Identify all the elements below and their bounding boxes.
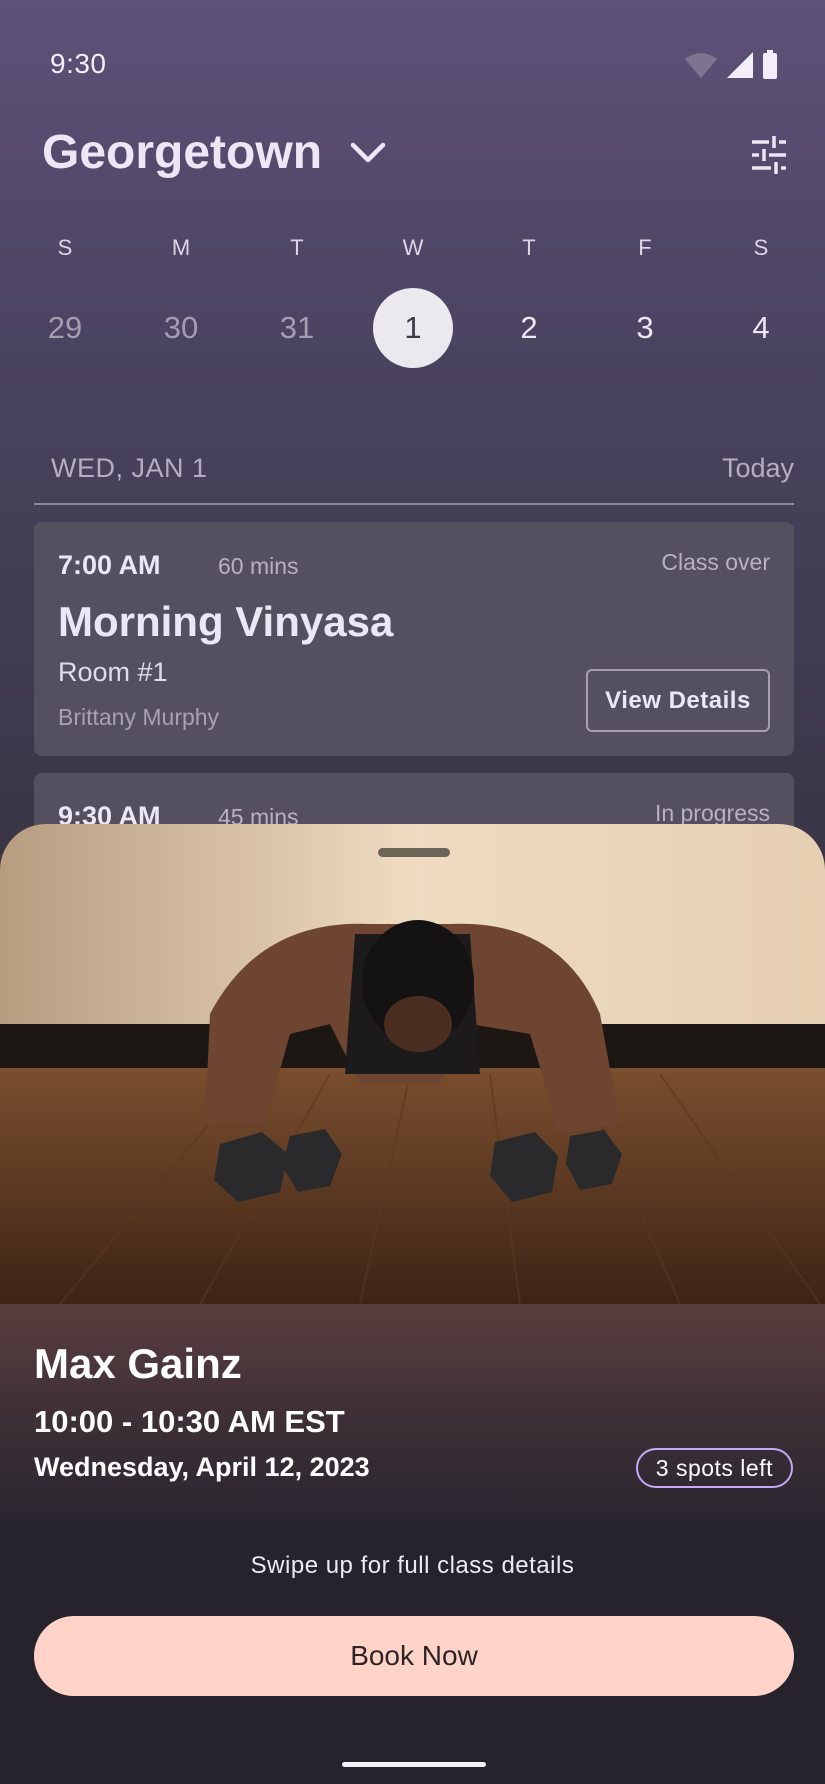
date-30[interactable]: 30	[141, 288, 221, 368]
weekday-sun: S	[57, 235, 73, 260]
date-29[interactable]: 29	[25, 288, 105, 368]
date-31[interactable]: 31	[257, 288, 337, 368]
class-instructor: Brittany Murphy	[58, 704, 220, 730]
class-title: Morning Vinyasa	[58, 598, 394, 645]
book-now-button[interactable]: Book Now	[34, 1616, 794, 1696]
home-indicator	[342, 1762, 486, 1767]
weekday-tue: T	[290, 235, 304, 260]
weekday-mon: M	[171, 235, 191, 260]
class-date: Wednesday, April 12, 2023	[34, 1452, 370, 1482]
class-status: Class over	[661, 549, 770, 575]
status-icons	[684, 50, 778, 80]
class-time-range: 10:00 - 10:30 AM EST	[34, 1404, 345, 1439]
spots-left-badge: 3 spots left	[635, 1448, 793, 1488]
filter-button[interactable]	[749, 135, 789, 175]
class-status: In progress	[654, 800, 770, 826]
signal-icon	[727, 52, 753, 78]
app-screen: 9:30 Georgetown S M T W T F S 29 30 31 1…	[0, 0, 825, 1784]
date-3[interactable]: 3	[605, 288, 685, 368]
weekday-thu: T	[522, 235, 536, 260]
weekday-fri: F	[638, 235, 652, 260]
chevron-down-icon	[350, 142, 386, 162]
drag-handle[interactable]	[378, 848, 450, 857]
filter-sliders-icon	[752, 136, 786, 174]
day-header: WED, JAN 1 Today	[34, 445, 794, 505]
class-photo	[0, 824, 825, 1304]
location-name: Georgetown	[42, 126, 323, 179]
status-time: 9:30	[50, 48, 107, 79]
wifi-icon	[685, 53, 717, 78]
weekday-sat: S	[753, 235, 769, 260]
status-bar: 9:30	[0, 44, 825, 84]
class-card[interactable]: 7:00 AM 60 mins Class over Morning Vinya…	[34, 522, 794, 756]
header: Georgetown	[0, 125, 825, 185]
location-selector[interactable]: Georgetown	[42, 125, 386, 180]
date-1-selected[interactable]: 1	[373, 288, 453, 368]
class-room: Room #1	[58, 657, 168, 687]
swipe-hint: Swipe up for full class details	[250, 1552, 575, 1579]
date-4[interactable]: 4	[721, 288, 801, 368]
class-duration: 60 mins	[218, 553, 299, 579]
class-bottom-sheet[interactable]: Max Gainz 10:00 - 10:30 AM EST Wednesday…	[0, 824, 825, 1784]
today-label: Today	[721, 453, 794, 483]
date-2[interactable]: 2	[489, 288, 569, 368]
class-info-panel: Max Gainz 10:00 - 10:30 AM EST Wednesday…	[0, 1304, 825, 1520]
class-time: 7:00 AM	[58, 550, 161, 580]
day-label: WED, JAN 1	[51, 453, 208, 483]
instructor-name: Max Gainz	[34, 1340, 242, 1387]
view-details-button[interactable]: View Details	[586, 669, 770, 732]
battery-icon	[763, 50, 777, 79]
workout-photo-illustration	[0, 824, 825, 1304]
weekday-wed: W	[402, 235, 424, 260]
